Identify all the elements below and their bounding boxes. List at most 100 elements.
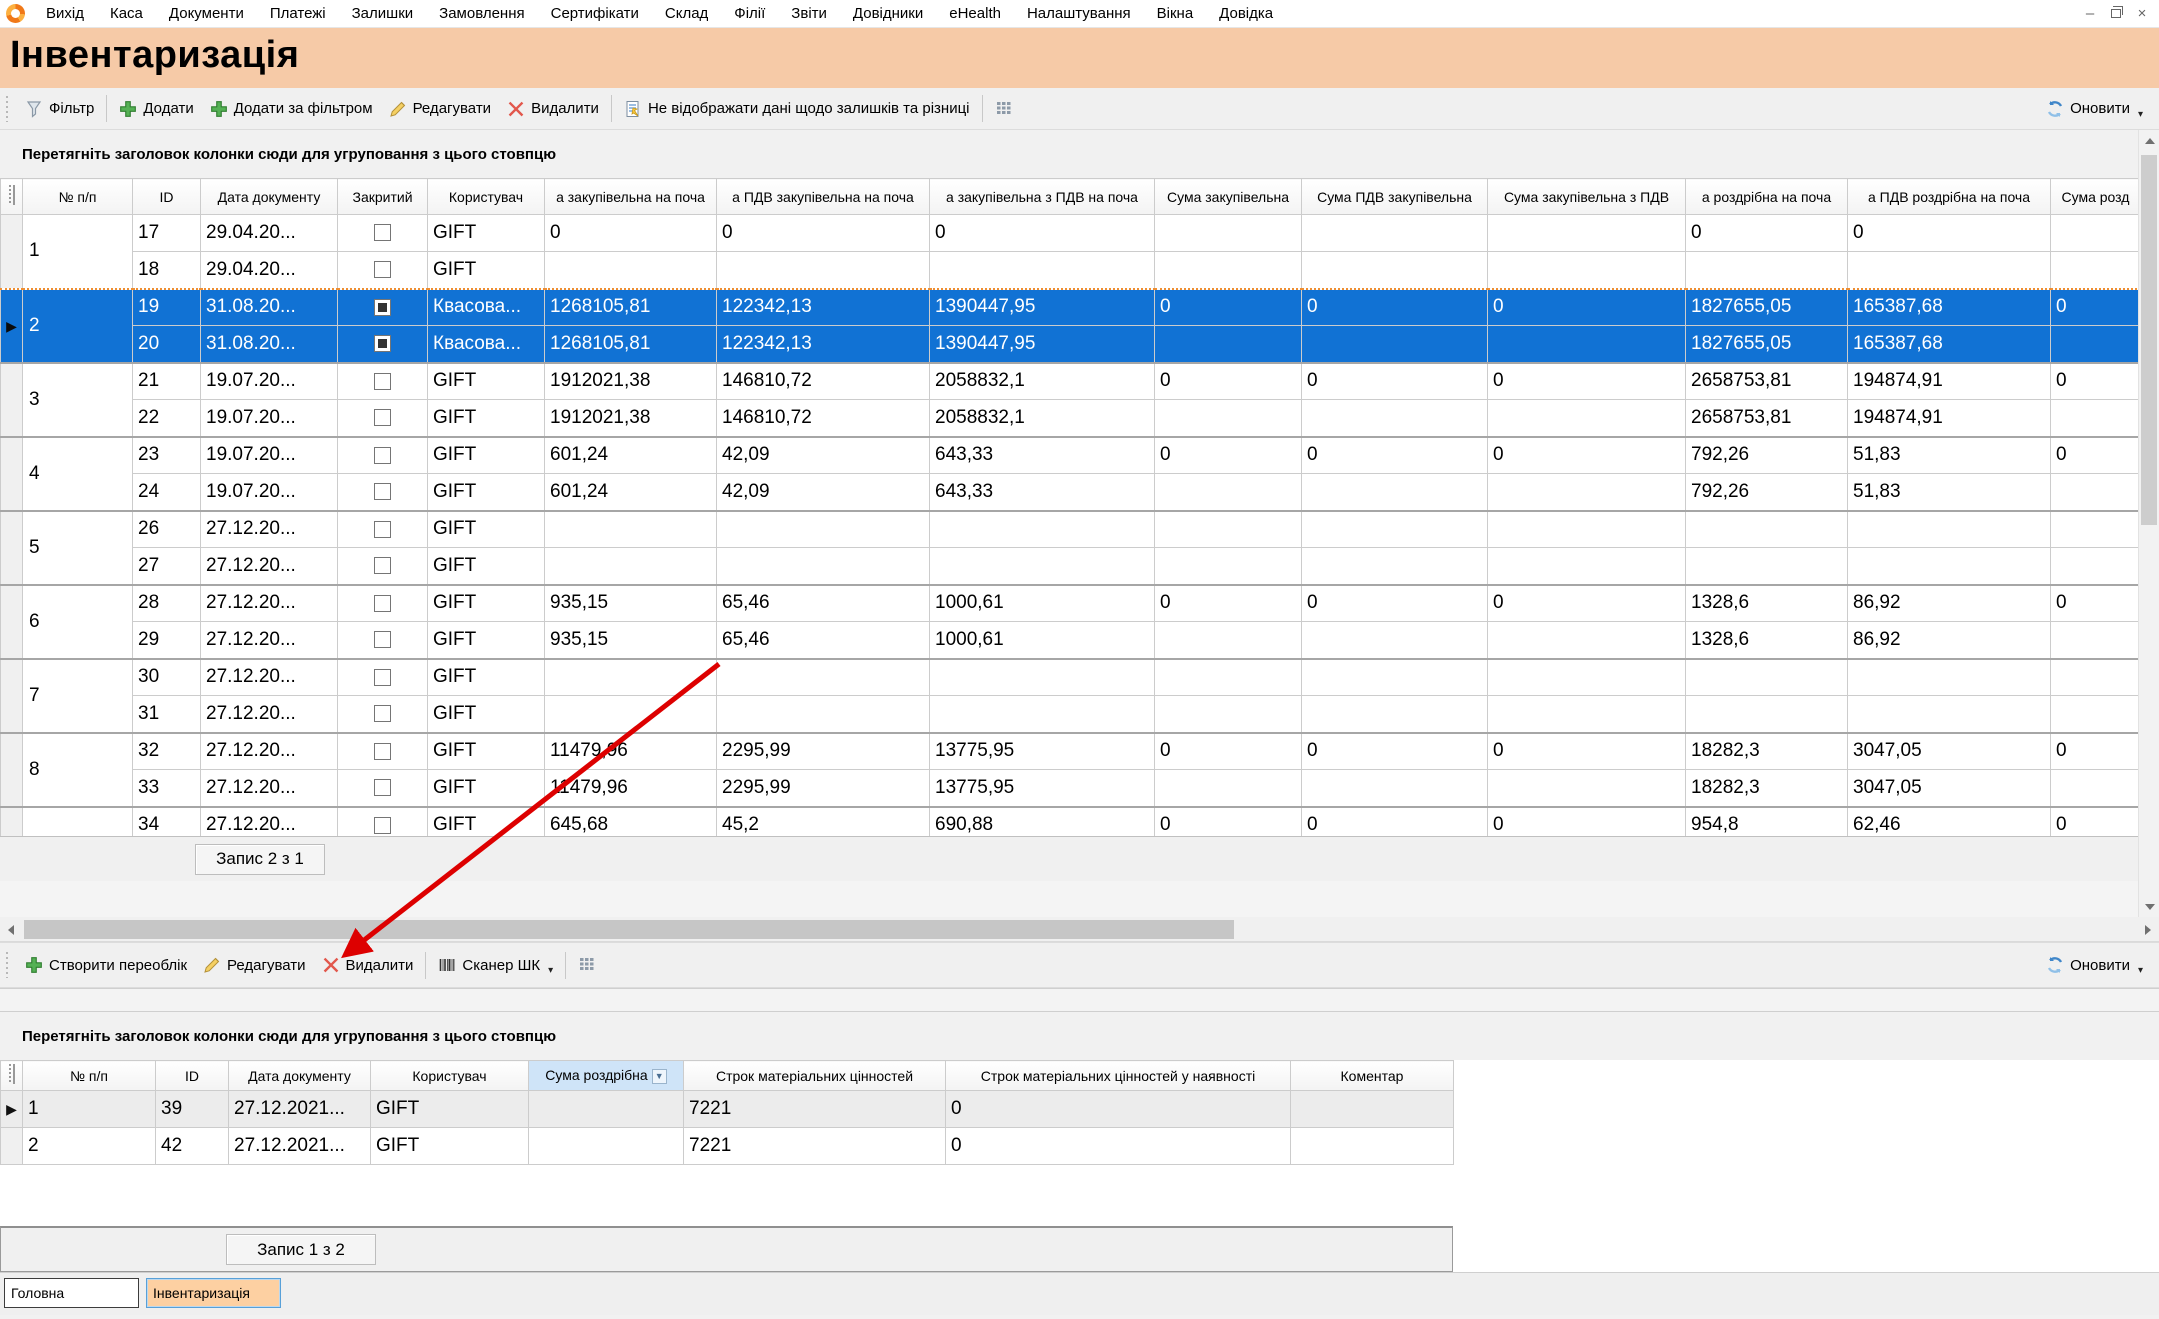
cell-value[interactable] xyxy=(1488,696,1686,733)
cell-id[interactable]: 26 xyxy=(133,511,201,548)
cell-value[interactable] xyxy=(1848,252,2051,289)
cell-closed[interactable] xyxy=(338,363,428,400)
cell-closed[interactable] xyxy=(338,807,428,837)
group-number-cell[interactable]: 5 xyxy=(23,511,133,585)
cell-value[interactable]: 0 xyxy=(1488,807,1686,837)
cell-closed[interactable] xyxy=(338,400,428,437)
cell-value[interactable]: 0 xyxy=(1686,215,1848,252)
cell-value[interactable]: 146810,72 xyxy=(717,363,930,400)
cell-value[interactable]: 0 xyxy=(2051,437,2139,474)
column-header[interactable]: Дата документу xyxy=(201,179,338,215)
cell-value[interactable]: 792,26 xyxy=(1686,474,1848,511)
cell-value[interactable]: 954,8 xyxy=(1686,807,1848,837)
cell-value[interactable] xyxy=(1488,215,1686,252)
close-button[interactable]: × xyxy=(2131,4,2153,24)
cell-value[interactable] xyxy=(1686,659,1848,696)
cell-value[interactable]: 0 xyxy=(1302,363,1488,400)
cell-closed[interactable] xyxy=(338,659,428,696)
cell-value[interactable]: 86,92 xyxy=(1848,622,2051,659)
cell-number[interactable]: 1 xyxy=(23,1091,156,1128)
scroll-up-icon[interactable] xyxy=(2139,130,2159,151)
cell-value[interactable]: 935,15 xyxy=(545,622,717,659)
group-number-cell[interactable] xyxy=(23,807,133,837)
checkbox-checked-icon[interactable] xyxy=(374,299,391,316)
cell-value[interactable]: 62,46 xyxy=(1848,807,2051,837)
cell-value[interactable]: 1328,6 xyxy=(1686,622,1848,659)
menu-item-вихід[interactable]: Вихід xyxy=(33,0,97,27)
cell-value[interactable]: 1912021,38 xyxy=(545,363,717,400)
cell-closed[interactable] xyxy=(338,585,428,622)
cell-term[interactable]: 7221 xyxy=(684,1091,946,1128)
column-header[interactable]: № п/п xyxy=(23,179,133,215)
cell-value[interactable] xyxy=(1155,511,1302,548)
cell-user[interactable]: GIFT xyxy=(428,363,545,400)
cell-closed[interactable] xyxy=(338,326,428,363)
menu-item-залишки[interactable]: Залишки xyxy=(339,0,427,27)
cell-value[interactable]: 0 xyxy=(1488,437,1686,474)
cell-value[interactable]: 1912021,38 xyxy=(545,400,717,437)
menu-item-ehealth[interactable]: eHealth xyxy=(936,0,1014,27)
column-header[interactable]: Сума закупівельна з ПДВ xyxy=(1488,179,1686,215)
cell-value[interactable]: 45,2 xyxy=(717,807,930,837)
cell-value[interactable] xyxy=(1488,252,1686,289)
table-row[interactable]: 2219.07.20...GIFT1912021,38146810,722058… xyxy=(1,400,2139,437)
menu-item-вікна[interactable]: Вікна xyxy=(1144,0,1207,27)
cell-value[interactable]: 0 xyxy=(1155,585,1302,622)
table-row[interactable]: 24227.12.2021...GIFT72210 xyxy=(1,1128,1454,1165)
cell-value[interactable] xyxy=(1488,400,1686,437)
cell-value[interactable]: 0 xyxy=(545,215,717,252)
column-header[interactable]: Користувач xyxy=(371,1061,529,1091)
table-row[interactable]: 32119.07.20...GIFT1912021,38146810,72205… xyxy=(1,363,2139,400)
cell-value[interactable]: 2058832,1 xyxy=(930,363,1155,400)
cell-value[interactable]: 122342,13 xyxy=(717,289,930,326)
edit-button-bottom[interactable]: Редагувати xyxy=(195,950,314,980)
cell-value[interactable]: 18282,3 xyxy=(1686,733,1848,770)
minimize-button[interactable]: – xyxy=(2079,4,2101,24)
cell-value[interactable] xyxy=(1488,770,1686,807)
cell-value[interactable] xyxy=(1302,659,1488,696)
checkbox-unchecked-icon[interactable] xyxy=(374,817,391,834)
cell-value[interactable]: 51,83 xyxy=(1848,474,2051,511)
column-header[interactable]: ID xyxy=(133,179,201,215)
cell-value[interactable]: 0 xyxy=(2051,585,2139,622)
cell-closed[interactable] xyxy=(338,289,428,326)
cell-value[interactable] xyxy=(1848,659,2051,696)
checkbox-unchecked-icon[interactable] xyxy=(374,669,391,686)
cell-value[interactable]: 0 xyxy=(717,215,930,252)
cell-value[interactable] xyxy=(545,659,717,696)
filter-active-icon[interactable]: ▼ xyxy=(652,1069,667,1084)
delete-button[interactable]: Видалити xyxy=(499,94,607,124)
cell-id[interactable]: 39 xyxy=(156,1091,229,1128)
cell-value[interactable] xyxy=(930,659,1155,696)
cell-number[interactable]: 2 xyxy=(23,1128,156,1165)
cell-value[interactable]: 165387,68 xyxy=(1848,289,2051,326)
table-row[interactable]: 2419.07.20...GIFT601,2442,09643,33792,26… xyxy=(1,474,2139,511)
cell-value[interactable] xyxy=(1155,400,1302,437)
menu-item-каса[interactable]: Каса xyxy=(97,0,156,27)
cell-value[interactable] xyxy=(1686,696,1848,733)
cell-user[interactable]: Квасова... xyxy=(428,326,545,363)
edit-button[interactable]: Редагувати xyxy=(381,94,500,124)
cell-value[interactable] xyxy=(1302,696,1488,733)
cell-value[interactable] xyxy=(2051,215,2139,252)
cell-id[interactable]: 19 xyxy=(133,289,201,326)
column-header[interactable]: Дата документу xyxy=(229,1061,371,1091)
cell-value[interactable]: 0 xyxy=(1155,807,1302,837)
column-header[interactable]: Коментар xyxy=(1291,1061,1454,1091)
cell-value[interactable]: 0 xyxy=(1488,733,1686,770)
group-number-cell[interactable]: 8 xyxy=(23,733,133,807)
cell-user[interactable]: GIFT xyxy=(428,215,545,252)
column-header[interactable]: а роздрібна на поча xyxy=(1686,179,1848,215)
cell-id[interactable]: 29 xyxy=(133,622,201,659)
column-header[interactable]: Користувач xyxy=(428,179,545,215)
column-header[interactable]: Сума закупівельна xyxy=(1155,179,1302,215)
cell-user[interactable]: GIFT xyxy=(428,585,545,622)
group-panel-hint[interactable]: Перетягніть заголовок колонки сюди для у… xyxy=(0,1012,2159,1060)
cell-value[interactable]: 0 xyxy=(1155,437,1302,474)
cell-value[interactable]: 0 xyxy=(1302,733,1488,770)
checkbox-unchecked-icon[interactable] xyxy=(374,373,391,390)
cell-value[interactable]: 1390447,95 xyxy=(930,289,1155,326)
menu-item-сертифікати[interactable]: Сертифікати xyxy=(538,0,652,27)
cell-value[interactable]: 0 xyxy=(1302,585,1488,622)
cell-value[interactable] xyxy=(1155,215,1302,252)
